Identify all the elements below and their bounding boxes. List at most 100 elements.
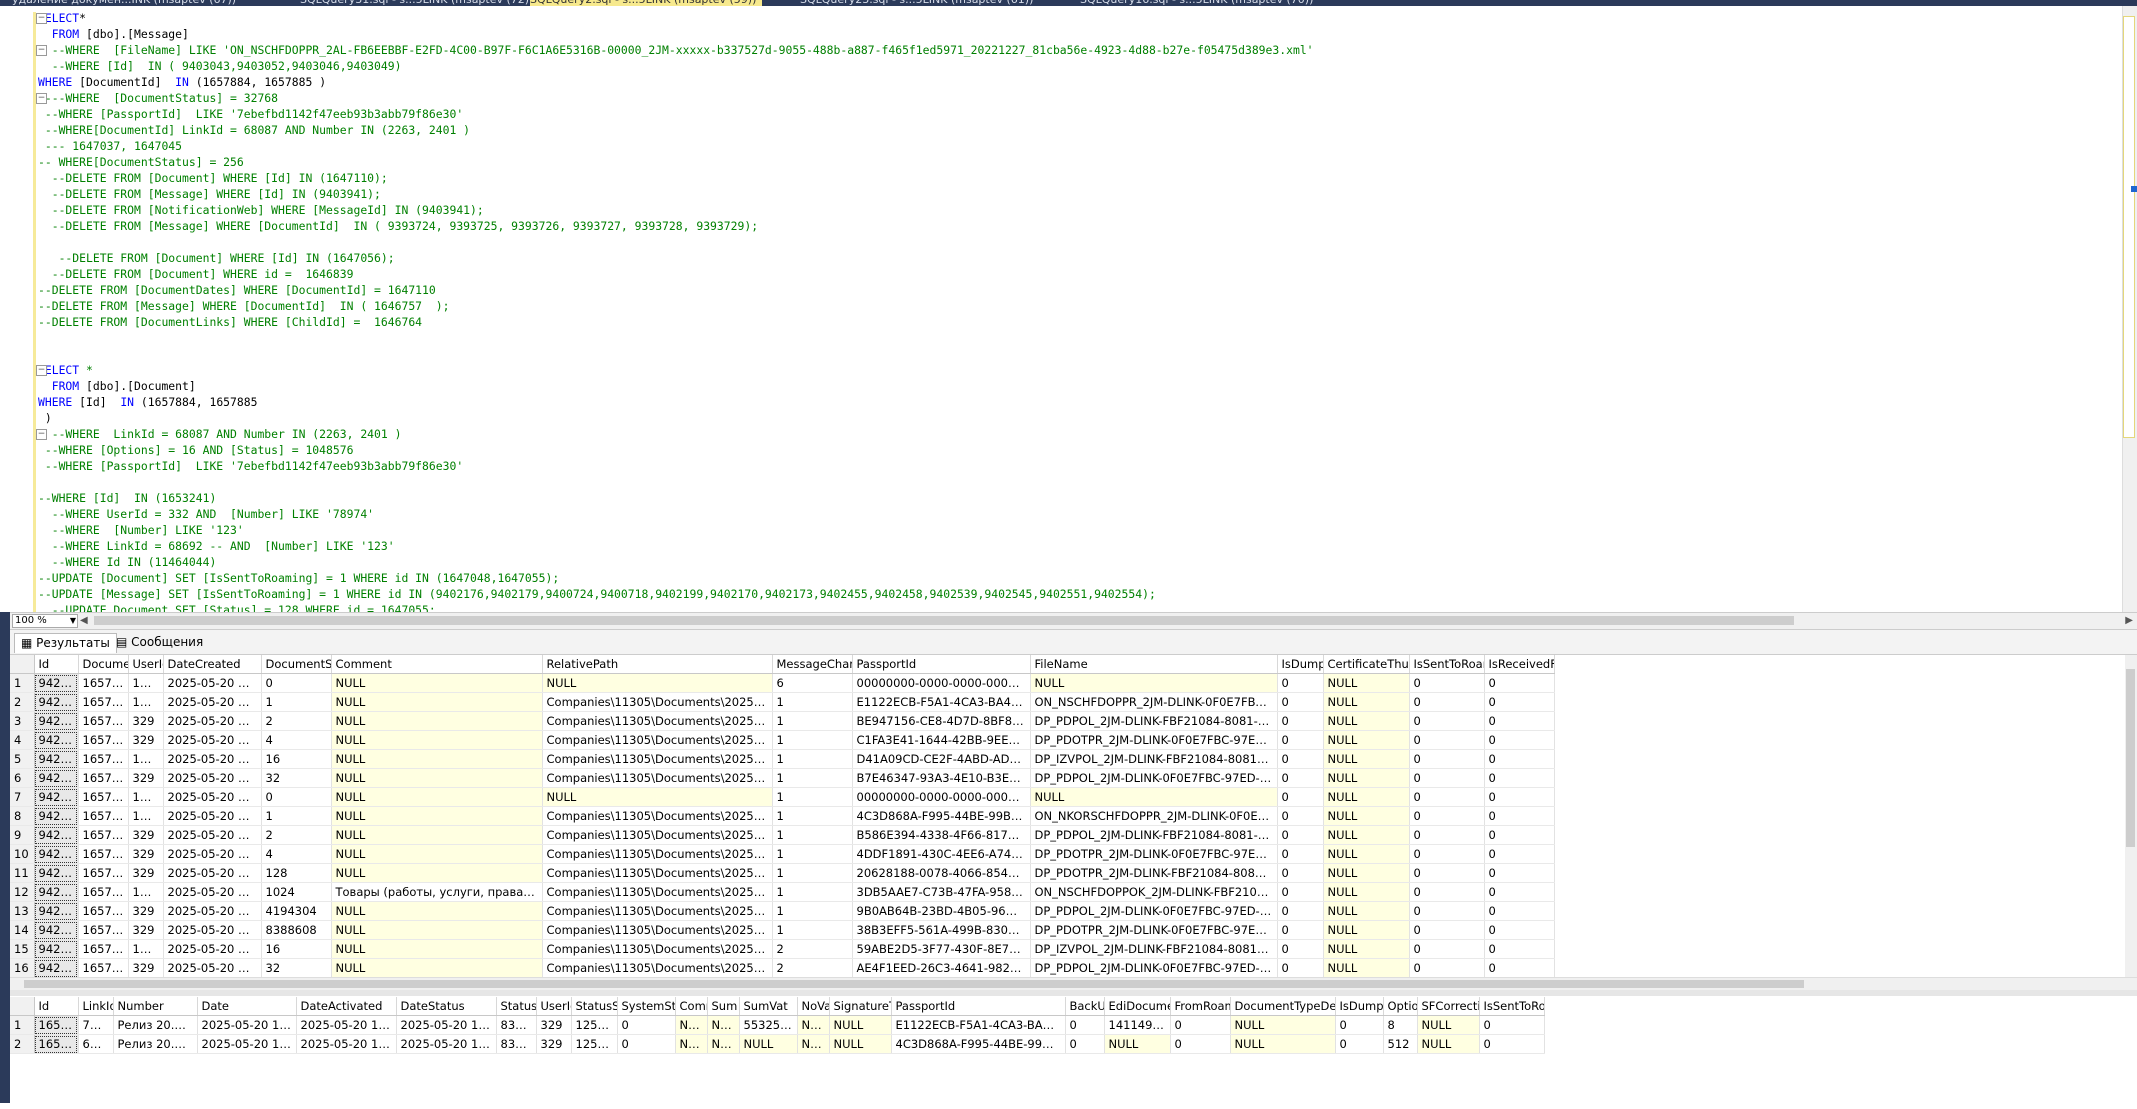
table-cell[interactable]: B586E394-4338-4F66-817A-D1BE405DA4E1 xyxy=(852,825,1031,845)
table-cell[interactable]: 0 xyxy=(1484,787,1555,807)
table-row[interactable]: 2165788566258Релиз 20.06 Арома2025-05-20… xyxy=(10,1034,1545,1054)
results-grid-document[interactable]: IdLinkIdNumberDateDateActivatedDateStatu… xyxy=(10,997,2137,1109)
table-cell[interactable]: 8388608 xyxy=(496,1034,537,1054)
code-line[interactable]: --WHERE [Number] LIKE '123' xyxy=(38,522,1314,538)
row-number[interactable]: 2 xyxy=(10,1034,35,1054)
column-header[interactable]: MessageChannelId xyxy=(772,655,853,674)
table-cell[interactable]: 1 xyxy=(772,882,853,902)
column-header[interactable]: UserId xyxy=(536,997,572,1016)
table-cell[interactable]: 0 xyxy=(1409,825,1485,845)
table-cell[interactable]: 0 xyxy=(1484,939,1555,959)
table-cell[interactable]: 0 xyxy=(1484,901,1555,921)
table-cell[interactable]: 12584119 xyxy=(571,1034,618,1054)
table-cell[interactable]: 9420597 xyxy=(34,882,79,902)
table-cell[interactable]: 9420599 xyxy=(34,920,79,940)
code-line[interactable]: --WHERE Id IN (11464044) xyxy=(38,554,1314,570)
table-cell[interactable]: AE4F1EED-26C3-4641-9825-65D55E6FF9BE xyxy=(852,958,1031,977)
table-cell[interactable]: Companies\11305\Documents\2025\5\20\1657… xyxy=(542,920,773,940)
table-cell[interactable]: 15761 xyxy=(128,673,164,693)
table-cell[interactable]: 0 xyxy=(261,787,332,807)
table-cell[interactable]: 2025-05-20 15:43:22.287 xyxy=(163,730,262,750)
column-header[interactable]: EdiDocumentId xyxy=(1104,997,1171,1016)
table-cell[interactable]: NULL xyxy=(331,749,543,769)
table-row[interactable]: 11942059616578843292025-05-20 15:59:19.0… xyxy=(10,863,1555,883)
table-cell[interactable]: 32 xyxy=(261,768,332,788)
table-cell[interactable]: C1FA3E41-1644-42BB-9EE1-28DA2240830C xyxy=(852,730,1031,750)
table-cell[interactable]: 8388608 xyxy=(261,920,332,940)
table-cell[interactable]: NULL xyxy=(1417,1034,1480,1054)
table-cell[interactable]: 00000000-0000-0000-0000-000000000000 xyxy=(852,673,1031,693)
table-cell[interactable]: Companies\11305\Documents\2025\5\20\1657… xyxy=(542,882,773,902)
table-cell[interactable]: 1024 xyxy=(261,882,332,902)
table-cell[interactable]: NULL xyxy=(1323,882,1410,902)
code-line[interactable]: --DELETE FROM [DocumentDates] WHERE [Doc… xyxy=(38,282,1314,298)
table-cell[interactable]: 1657884 xyxy=(78,920,129,940)
table-cell[interactable]: NULL xyxy=(331,844,543,864)
table-cell[interactable]: NULL xyxy=(331,730,543,750)
table-cell[interactable]: 0 xyxy=(617,1034,676,1054)
code-line[interactable]: --WHERE [Options] = 16 AND [Status] = 10… xyxy=(38,442,1314,458)
row-number[interactable]: 6 xyxy=(10,768,35,788)
table-cell[interactable]: ON_NSCHFDOPPOK_2JM-DLINK-FBF21084-8081-4… xyxy=(1030,882,1278,902)
table-cell[interactable]: Релиз 20.06 Арома xyxy=(113,1034,198,1054)
table-cell[interactable]: 2 xyxy=(261,711,332,731)
table-cell[interactable]: 1 xyxy=(261,692,332,712)
table-cell[interactable]: 1 xyxy=(772,749,853,769)
table-cell[interactable]: 6 xyxy=(772,673,853,693)
table-cell[interactable]: 2025-05-20 15:44:35.837 xyxy=(163,806,262,826)
table-cell[interactable]: 0 xyxy=(1484,692,1555,712)
table-cell[interactable]: 8 xyxy=(1383,1015,1418,1035)
code-line[interactable]: --WHERE [Id] IN ( 9403043,9403052,940304… xyxy=(38,58,1314,74)
column-header[interactable]: Comment xyxy=(675,997,708,1016)
table-cell[interactable]: NULL xyxy=(331,768,543,788)
table-cell[interactable]: 1 xyxy=(772,806,853,826)
row-number[interactable]: 13 xyxy=(10,901,35,921)
table-cell[interactable]: 1657884 xyxy=(78,901,129,921)
code-line[interactable]: --DELETE FROM [DocumentLinks] WHERE [Chi… xyxy=(38,314,1314,330)
column-header[interactable]: RelativePath xyxy=(542,655,773,674)
table-cell[interactable]: 12584119 xyxy=(571,1015,618,1035)
table-cell[interactable]: 16 xyxy=(261,749,332,769)
table-cell[interactable]: DP_PDPOL_2JM-DLINK-0F0E7FBC-97ED-4790-B4… xyxy=(1030,901,1278,921)
table-cell[interactable]: DP_PDOTPR_2JM-DLINK-0F0E7FBC-97ED-4790-B… xyxy=(1030,844,1278,864)
table-cell[interactable]: NULL xyxy=(1323,711,1410,731)
table-cell[interactable]: E1122ECB-F5A1-4CA3-BA49-4C4B2DB2B978 xyxy=(852,692,1031,712)
table-row[interactable]: 10942057716578853292025-05-20 15:44:36.3… xyxy=(10,844,1555,864)
table-cell[interactable]: Companies\11305\Documents\2025\5\20\1657… xyxy=(542,730,773,750)
table-cell[interactable]: 2025-05-20 15:44:07.460 xyxy=(163,787,262,807)
row-number[interactable]: 7 xyxy=(10,787,35,807)
table-cell[interactable]: 16 xyxy=(261,939,332,959)
table-row[interactable]: 794205701657885157612025-05-20 15:44:07.… xyxy=(10,787,1555,807)
table-cell[interactable]: 9420568 xyxy=(34,711,79,731)
code-line[interactable]: WHERE [DocumentId] IN (1657884, 1657885 … xyxy=(38,74,1314,90)
table-cell[interactable]: 1 xyxy=(772,730,853,750)
table-cell[interactable]: Companies\11305\Documents\2025\5\20\1657… xyxy=(542,863,773,883)
table-cell[interactable]: 329 xyxy=(536,1015,572,1035)
code-line[interactable]: --DELETE FROM [Document] WHERE [Id] IN (… xyxy=(38,250,1314,266)
table-cell[interactable]: 15761 xyxy=(128,692,164,712)
table-cell[interactable]: 0 xyxy=(1409,920,1485,940)
grid1-vertical-scrollbar[interactable] xyxy=(2125,655,2137,977)
grid1-horizontal-scrollbar[interactable] xyxy=(10,977,2137,990)
editor-vertical-scroll-thumb[interactable] xyxy=(2123,16,2135,438)
table-cell[interactable]: 0 xyxy=(1484,863,1555,883)
table-cell[interactable]: Companies\11305\Documents\2025\5\20\1657… xyxy=(542,768,773,788)
table-cell[interactable]: 2025-05-20 15:59:20.977 xyxy=(163,901,262,921)
table-row[interactable]: 194205661657884157612025-05-20 15:41:34.… xyxy=(10,673,1555,693)
table-cell[interactable]: 1657885 xyxy=(34,1034,79,1054)
table-cell[interactable]: 0 xyxy=(1277,844,1324,864)
table-cell[interactable]: NULL xyxy=(1417,1015,1480,1035)
column-header[interactable]: StatusSet xyxy=(571,997,618,1016)
table-cell[interactable]: 0 xyxy=(1409,806,1485,826)
table-cell[interactable]: 1657884 xyxy=(78,768,129,788)
table-cell[interactable]: 0 xyxy=(1277,958,1324,977)
table-cell[interactable]: DP_PDPOL_2JM-DLINK-0F0E7FBC-97ED-4790-B4… xyxy=(1030,958,1278,977)
table-cell[interactable]: 9420595 xyxy=(34,768,79,788)
code-line[interactable]: --WHERE [FileName] LIKE 'ON_NSCHFDOPPR_2… xyxy=(38,42,1314,58)
table-row[interactable]: 894205751657885157612025-05-20 15:44:35.… xyxy=(10,806,1555,826)
table-cell[interactable]: 1 xyxy=(772,825,853,845)
table-row[interactable]: 1594205841657885139072025-05-20 15:53:49… xyxy=(10,939,1555,959)
column-header[interactable]: IsSentToRoaming xyxy=(1479,997,1545,1016)
table-cell[interactable]: 0 xyxy=(1277,882,1324,902)
table-row[interactable]: 294205671657884157612025-05-20 15:43:21.… xyxy=(10,692,1555,712)
